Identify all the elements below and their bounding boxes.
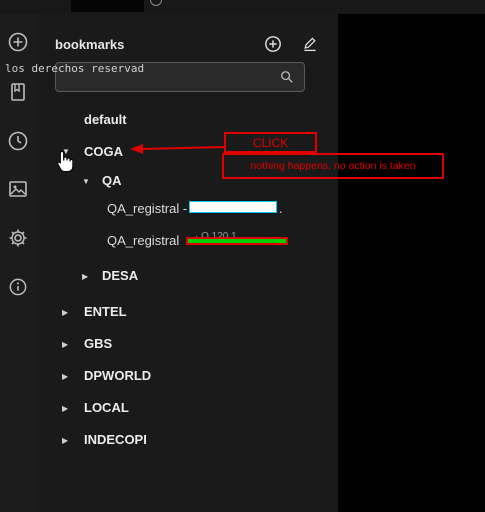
annotation-message: nothing happens, no action is taken	[222, 153, 444, 179]
annotation-arrow	[130, 144, 225, 154]
annotation-click-label: CLICK	[224, 132, 317, 153]
